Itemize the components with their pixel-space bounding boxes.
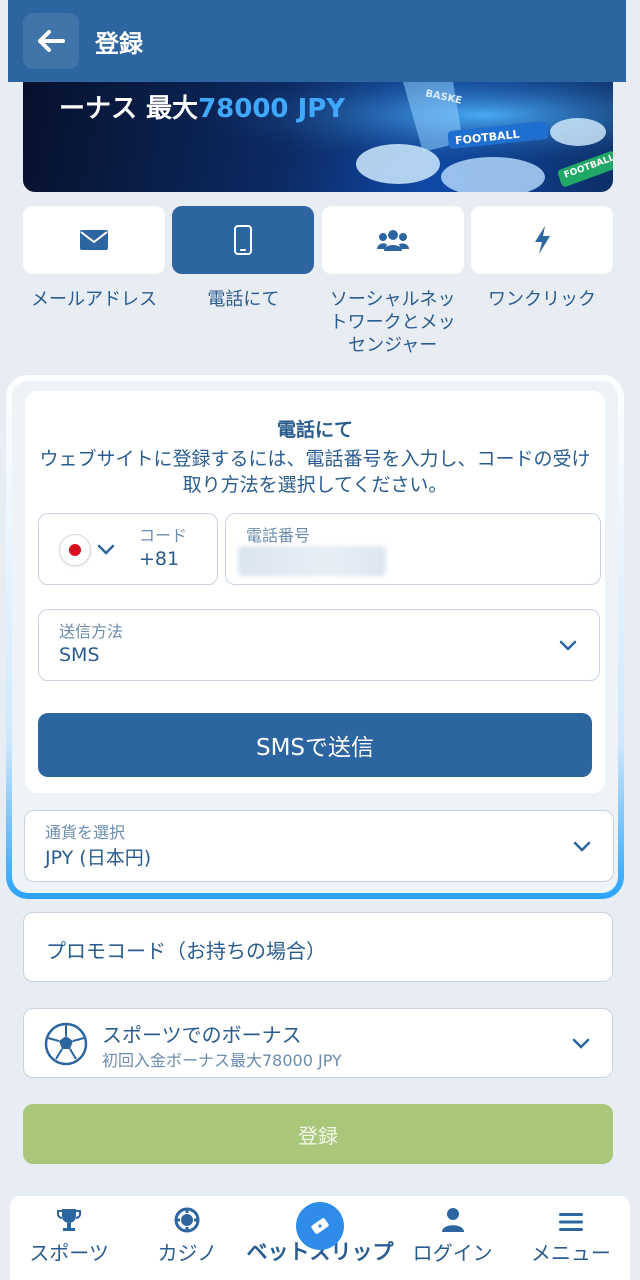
chevron-down-icon <box>559 640 577 651</box>
arrow-left-icon <box>38 30 65 52</box>
tab-email-label: メールアドレス <box>31 289 157 310</box>
currency-select[interactable]: 通貨を選択 JPY (日本円) <box>24 810 614 882</box>
tab-social-box[interactable] <box>321 206 464 274</box>
soccer-ball-icon <box>44 1022 88 1066</box>
registration-form: 電話にて ウェブサイトに登録するには、電話番号を入力し、コードの受け取り方法を選… <box>6 375 624 899</box>
tab-one-click-box[interactable] <box>470 206 613 274</box>
tab-phone-label: 電話にて <box>207 289 280 310</box>
nav-menu[interactable]: メニュー <box>512 1196 630 1280</box>
chevron-down-icon <box>97 544 115 555</box>
registration-form-inner: 電話にて ウェブサイトに登録するには、電話番号を入力し、コードの受け取り方法を選… <box>12 381 618 893</box>
envelope-icon <box>80 230 108 250</box>
nav-login-label: ログイン <box>412 1241 493 1265</box>
bottom-nav: スポーツ カジノ ベットスリップ ログイン メニュー <box>10 1196 630 1280</box>
phone-icon <box>234 225 253 255</box>
nav-sports-label: スポーツ <box>29 1241 109 1265</box>
phone-number-value-blurred <box>238 546 386 576</box>
betslip-badge <box>296 1202 344 1250</box>
code-value: +81 <box>139 548 180 570</box>
user-icon <box>441 1208 464 1232</box>
phone-number-input[interactable]: 電話番号 <box>225 513 601 585</box>
trophy-icon <box>57 1209 82 1231</box>
promo-code-input[interactable]: プロモコード（お持ちの場合） <box>23 912 613 982</box>
form-title: 電話にて <box>276 419 353 441</box>
tab-email-box[interactable] <box>23 206 165 274</box>
send-method-value: SMS <box>59 644 100 666</box>
nav-menu-label: メニュー <box>530 1241 611 1265</box>
tab-social-label: ソーシャルネットワークとメッセンジャー <box>329 289 456 356</box>
nav-betslip[interactable]: ベットスリップ <box>247 1196 394 1280</box>
tab-social[interactable]: ソーシャルネットワークとメッセンジャー <box>321 206 464 357</box>
promo-banner: ーナス 最大78000 JPY BASKE FOOTBALL FOOTBALL <box>23 82 613 192</box>
form-description: ウェブサイトに登録するには、電話番号を入力し、コードの受け取り方法を選択してくだ… <box>39 448 591 496</box>
banner-headline: ーナス 最大78000 JPY <box>59 88 345 125</box>
currency-value: JPY (日本円) <box>45 847 152 869</box>
phone-label: 電話番号 <box>246 526 311 545</box>
users-icon <box>376 230 409 251</box>
bonus-select[interactable]: スポーツでのボーナス 初回入金ボーナス最大78000 JPY <box>23 1008 613 1078</box>
nav-casino[interactable]: カジノ <box>128 1196 246 1280</box>
country-code-select[interactable]: コード +81 <box>38 513 218 585</box>
register-button[interactable]: 登録 <box>23 1104 613 1164</box>
bonus-subtitle: 初回入金ボーナス最大78000 JPY <box>102 1051 342 1070</box>
banner-text-amount: 78000 JPY <box>198 94 346 124</box>
phone-card: 電話にて ウェブサイトに登録するには、電話番号を入力し、コードの受け取り方法を選… <box>25 391 605 793</box>
nav-sports[interactable]: スポーツ <box>10 1196 128 1280</box>
tab-phone[interactable]: 電話にて <box>172 206 315 357</box>
send-sms-button[interactable]: SMSで送信 <box>38 713 592 777</box>
send-method-select[interactable]: 送信方法 SMS <box>38 609 600 681</box>
tab-email[interactable]: メールアドレス <box>23 206 165 357</box>
nav-casino-label: カジノ <box>157 1241 218 1265</box>
app-header: 登録 <box>8 0 626 82</box>
casino-chip-icon <box>174 1207 200 1233</box>
tab-phone-box[interactable] <box>172 206 315 274</box>
lightning-icon <box>534 226 550 254</box>
registration-method-tabs: メールアドレス 電話にて ソーシャルネットワークとメッセンジャー ワンクリック <box>23 206 613 357</box>
ticket-icon <box>311 1218 329 1234</box>
bonus-title: スポーツでのボーナス <box>102 1023 302 1047</box>
chevron-down-icon <box>572 1038 590 1049</box>
page-title: 登録 <box>95 29 143 58</box>
chevron-down-icon <box>573 841 591 852</box>
send-method-label: 送信方法 <box>59 622 124 641</box>
japan-flag-icon <box>59 534 91 566</box>
banner-text-prefix: ーナス 最大 <box>59 94 199 124</box>
nav-login[interactable]: ログイン <box>394 1196 512 1280</box>
currency-label: 通貨を選択 <box>45 823 126 842</box>
code-label: コード <box>139 526 188 545</box>
tab-one-click-label: ワンクリック <box>487 289 596 310</box>
tab-one-click[interactable]: ワンクリック <box>470 206 613 357</box>
back-button[interactable] <box>23 13 79 69</box>
menu-icon <box>558 1213 583 1231</box>
promo-code-placeholder: プロモコード（お持ちの場合） <box>46 939 326 963</box>
